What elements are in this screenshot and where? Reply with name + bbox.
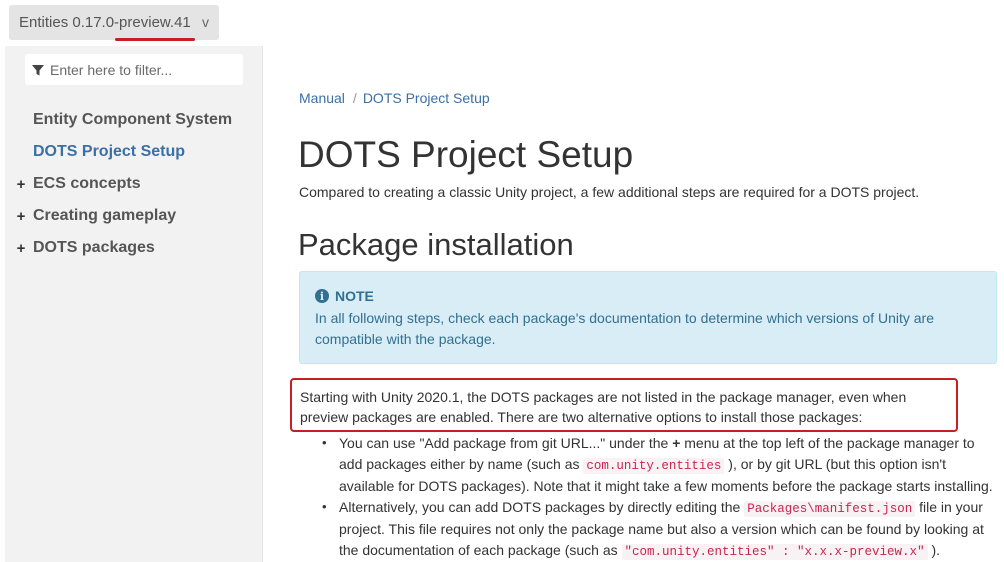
plus-icon[interactable]: + <box>5 208 33 225</box>
version-label: Entities 0.17.0-preview.41 <box>19 14 191 31</box>
filter-input[interactable] <box>50 61 240 78</box>
sidebar-item-ecs-concepts[interactable]: + ECS concepts <box>5 168 263 200</box>
sidebar-item-label: DOTS packages <box>33 239 155 256</box>
sidebar-item-creating-gameplay[interactable]: + Creating gameplay <box>5 200 263 232</box>
note-body: In all following steps, check each packa… <box>315 310 935 347</box>
chevron-down-icon[interactable]: v <box>202 14 209 30</box>
plus-icon[interactable]: + <box>5 240 33 257</box>
sidebar-item-label: ECS concepts <box>33 175 141 192</box>
highlighted-paragraph: Starting with Unity 2020.1, the DOTS pac… <box>290 378 958 432</box>
sidebar-nav: Entity Component System DOTS Project Set… <box>5 104 263 264</box>
plus-icon[interactable]: + <box>5 176 33 193</box>
breadcrumb-separator: / <box>352 90 357 106</box>
code-package-name: com.unity.entities <box>583 457 725 474</box>
top-bar: Entities 0.17.0-preview.41 v <box>0 0 1004 46</box>
install-options-list: You can use "Add package from git URL...… <box>319 433 999 562</box>
sidebar-item-label: Entity Component System <box>33 111 233 128</box>
note-header: i NOTE <box>315 288 981 304</box>
filter-box[interactable] <box>25 54 243 85</box>
main-content: Manual / DOTS Project Setup DOTS Project S… <box>264 46 1004 562</box>
version-underline-annotation <box>115 38 195 41</box>
list-item: Alternatively, you can add DOTS packages… <box>319 497 999 562</box>
version-selector[interactable]: Entities 0.17.0-preview.41 v <box>9 5 219 41</box>
sidebar-item-dots-packages[interactable]: + DOTS packages <box>5 232 263 264</box>
list-text: ). <box>927 541 941 558</box>
list-text: Alternatively, you can add DOTS packages… <box>339 498 745 515</box>
funnel-icon <box>32 64 44 75</box>
breadcrumb: Manual / DOTS Project Setup <box>299 90 490 106</box>
sidebar-item-label: DOTS Project Setup <box>33 143 186 160</box>
page-title: DOTS Project Setup <box>298 134 634 175</box>
sidebar-item-dots-project-setup[interactable]: DOTS Project Setup <box>5 136 263 168</box>
breadcrumb-manual-link[interactable]: Manual <box>299 90 345 106</box>
list-item: You can use "Add package from git URL...… <box>319 433 999 497</box>
info-circle-icon: i <box>315 289 329 303</box>
breadcrumb-current-link[interactable]: DOTS Project Setup <box>363 90 490 106</box>
note-callout: i NOTE In all following steps, check eac… <box>299 271 997 364</box>
note-label: NOTE <box>335 288 374 304</box>
sidebar-item-entity-component-system[interactable]: Entity Component System <box>5 104 263 136</box>
list-text: You can use "Add package from git URL...… <box>339 435 673 451</box>
code-package-version: "com.unity.entities" : "x.x.x-preview.x" <box>621 543 928 560</box>
sidebar-item-label: Creating gameplay <box>33 207 177 224</box>
code-manifest-path: Packages\manifest.json <box>744 500 916 517</box>
intro-paragraph: Compared to creating a classic Unity pro… <box>299 184 920 200</box>
sidebar: Entity Component System DOTS Project Set… <box>5 46 263 562</box>
section-title: Package installation <box>298 227 574 262</box>
